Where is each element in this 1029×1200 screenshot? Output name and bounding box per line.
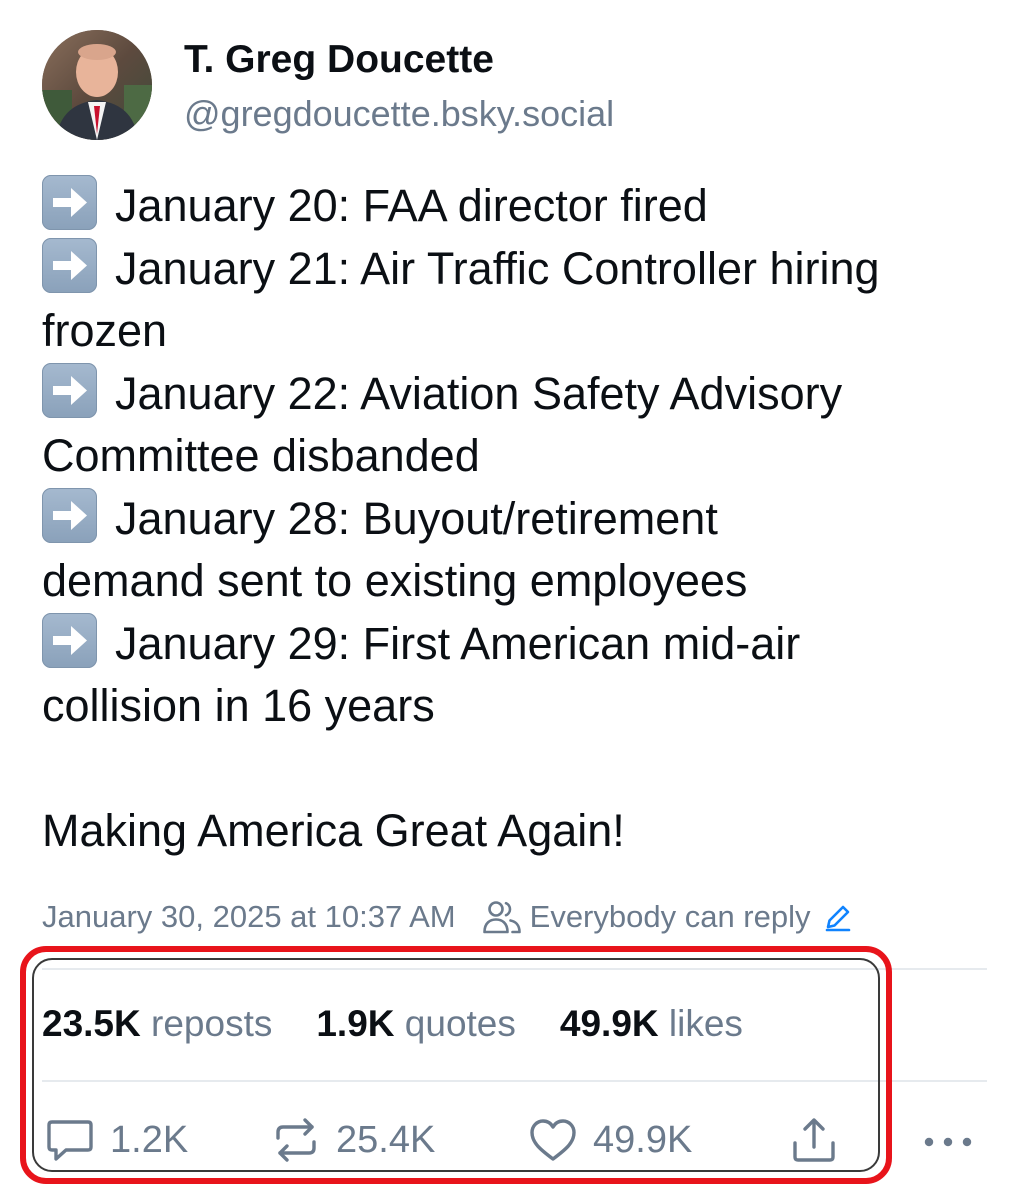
post-item-text-continued: Committee disbanded bbox=[42, 430, 480, 481]
post-item-text: January 28: Buyout/retirement bbox=[115, 492, 718, 544]
post-card: T. Greg Doucette @gregdoucette.bsky.soci… bbox=[0, 0, 1029, 1200]
post-item-text-continued: collision in 16 years bbox=[42, 680, 435, 731]
post-text: January 20: FAA director fired January 2… bbox=[42, 175, 1002, 863]
post-item-text: January 29: First American mid-air bbox=[115, 617, 801, 669]
more-dots-icon bbox=[924, 1137, 972, 1147]
reply-setting[interactable]: Everybody can reply bbox=[482, 899, 853, 935]
author-display-name[interactable]: T. Greg Doucette bbox=[184, 38, 494, 82]
post-item-text-continued: demand sent to existing employees bbox=[42, 555, 748, 606]
post-timestamp: January 30, 2025 at 10:37 AM bbox=[42, 899, 456, 934]
reply-setting-label: Everybody can reply bbox=[529, 899, 811, 934]
post-item-text: January 20: FAA director fired bbox=[115, 180, 708, 231]
post-closing-line: Making America Great Again! bbox=[42, 805, 625, 856]
pencil-icon[interactable] bbox=[823, 902, 853, 932]
post-item-2: January 21: Air Traffic Controller hirin… bbox=[42, 237, 1002, 301]
right-arrow-emoji-icon bbox=[42, 175, 97, 230]
avatar[interactable] bbox=[42, 30, 152, 140]
people-icon bbox=[482, 901, 521, 934]
right-arrow-emoji-icon bbox=[42, 362, 97, 418]
right-arrow-emoji-icon bbox=[42, 487, 97, 543]
highlight-annotation bbox=[20, 946, 892, 1184]
more-options-button[interactable] bbox=[920, 1124, 990, 1160]
profile-photo-icon bbox=[42, 30, 152, 140]
post-item-text: January 21: Air Traffic Controller hirin… bbox=[115, 242, 880, 294]
post-item-5: January 29: First American mid-air bbox=[42, 612, 1002, 676]
highlight-inner-border bbox=[32, 958, 880, 1172]
post-item-text: January 22: Aviation Safety Advisory bbox=[115, 367, 843, 419]
post-item-1: January 20: FAA director fired bbox=[42, 175, 1002, 238]
post-item-text-continued: frozen bbox=[42, 305, 168, 356]
post-item-3: January 22: Aviation Safety Advisory bbox=[42, 362, 1002, 426]
right-arrow-emoji-icon bbox=[42, 612, 97, 668]
right-arrow-emoji-icon bbox=[42, 237, 97, 293]
post-item-4: January 28: Buyout/retirement bbox=[42, 487, 1002, 551]
author-handle[interactable]: @gregdoucette.bsky.social bbox=[184, 93, 614, 135]
post-meta-row: January 30, 2025 at 10:37 AM Everybody c… bbox=[42, 895, 853, 939]
